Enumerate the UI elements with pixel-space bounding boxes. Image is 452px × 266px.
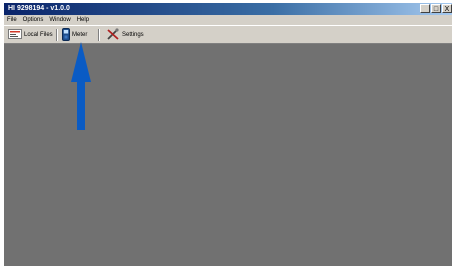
menu-help[interactable]: Help (74, 15, 92, 25)
arrow-shape (71, 42, 91, 130)
settings-button[interactable]: Settings (106, 28, 144, 42)
maximize-button[interactable]: □ (431, 4, 441, 13)
title-bar[interactable]: HI 9298194 - v1.0.0 _ □ X (4, 3, 452, 15)
menu-bar: File Options Window Help (4, 15, 452, 25)
blue-arrow-annotation (71, 42, 91, 130)
minimize-button[interactable]: _ (420, 4, 430, 13)
window-title: HI 9298194 - v1.0.0 (8, 5, 70, 12)
local-files-button[interactable]: Local Files (8, 28, 53, 42)
settings-label: Settings (122, 32, 144, 38)
meter-label: Meter (72, 32, 88, 38)
toolbar-separator (98, 29, 100, 41)
menu-window[interactable]: Window (46, 15, 73, 25)
meter-device-icon (62, 27, 70, 43)
local-files-label: Local Files (24, 32, 53, 38)
menu-file[interactable]: File (4, 15, 20, 25)
settings-tools-icon (106, 28, 120, 42)
window-controls: _ □ X (420, 4, 452, 14)
toolbar-separator (56, 29, 58, 41)
close-button[interactable]: X (442, 4, 452, 13)
local-files-icon (8, 29, 22, 41)
meter-button[interactable]: Meter (62, 27, 88, 43)
menu-options[interactable]: Options (20, 15, 47, 25)
